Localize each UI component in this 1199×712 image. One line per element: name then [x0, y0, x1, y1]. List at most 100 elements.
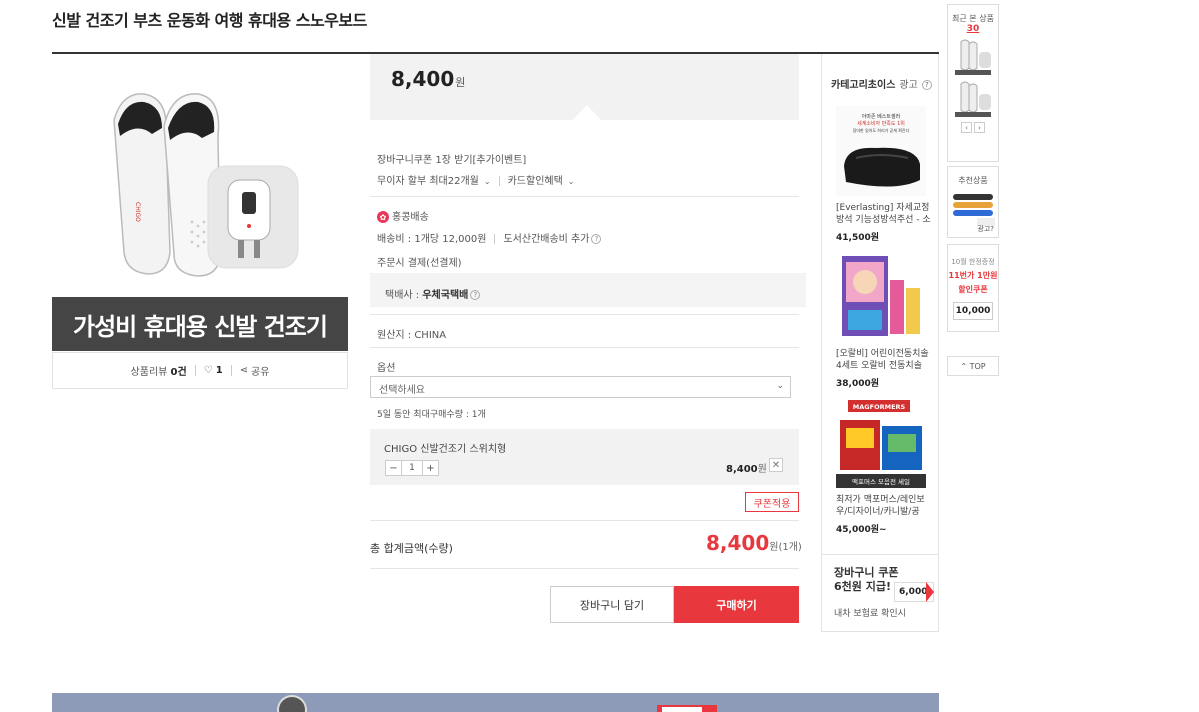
close-icon: ✕ — [771, 459, 781, 471]
help-icon[interactable]: ? — [921, 80, 932, 90]
ad-item-image[interactable]: MAGFORMERS 맥포머스 모음전 세일 — [836, 400, 926, 490]
ad-item-text[interactable]: [오랄비] 어린이전동치솔 4세트 오랄비 전동치솔 — [836, 348, 932, 372]
shipping-origin: ✿ 홍콩배송 — [377, 208, 429, 223]
bottom-banner[interactable] — [52, 693, 939, 712]
chevron-down-icon: ⌄ — [567, 177, 575, 186]
cart-coupon-ad[interactable]: 장바구니 쿠폰 6천원 지급! — [834, 566, 899, 594]
shipping-fee-row: 배송비 : 1개당 12,000원 도서산간배송비 추가? — [377, 230, 602, 245]
ad-item-image[interactable] — [836, 252, 926, 340]
side-promo-ad[interactable]: 10월 한정증정 11번가 1만원 할인쿠폰 10,000 — [947, 244, 999, 332]
chevron-down-icon: ⌄ — [776, 381, 784, 391]
promo-banner: 가성비 휴대용 신발 건조기 — [52, 297, 348, 351]
top-label: TOP — [969, 361, 986, 371]
recent-count[interactable]: 30 — [948, 24, 998, 34]
cart-coupon-link[interactable]: 장바구니쿠폰 1장 받기[추가이벤트] — [377, 151, 526, 166]
recent-item-thumb[interactable] — [951, 38, 995, 76]
chevron-down-icon: ⌄ — [483, 177, 491, 186]
switch-inset-image — [207, 165, 299, 269]
ad-item-text[interactable]: 최저가 맥포머스/레인보우/디자이너/카니발/공 — [836, 494, 932, 518]
product-image[interactable]: CHIGO — [52, 62, 348, 292]
price-notch — [573, 105, 601, 120]
divider — [370, 314, 799, 315]
total-unit: 원(1개) — [769, 542, 802, 553]
banner-tag-inner — [662, 707, 702, 712]
quantity-input[interactable]: 1 — [401, 461, 423, 475]
carrier-label: 택배사 : — [385, 290, 420, 301]
divider — [370, 347, 799, 348]
apply-coupon-button[interactable]: 쿠폰적용 — [745, 492, 799, 512]
promo-small-text: 10월 한정증정 — [951, 258, 995, 266]
price-display: 8,400원 — [391, 67, 465, 91]
installment-text: 무이자 할부 최대22개월 — [377, 176, 479, 187]
option-select-value: 선택하세요 — [379, 385, 425, 396]
ad-item-price: 45,000원~ — [836, 525, 887, 535]
product-title: 신발 건조기 부츠 운동화 여행 휴대용 스노우보드 — [52, 11, 367, 30]
ad-image-caption-line: 장아한 있어도 허리가 곧게 펴진다 — [853, 127, 910, 133]
ad-label: 광고 — [899, 80, 918, 91]
option-price-amount: 8,400 — [726, 464, 758, 475]
review-count: 0건 — [170, 367, 187, 378]
coupon-amount-tag: 6,000 — [894, 582, 934, 602]
ad-header-title: 카테고리초이스 — [831, 80, 896, 91]
quantity-decrease-button[interactable]: − — [386, 461, 401, 475]
scroll-top-button[interactable]: ⌃ TOP — [947, 356, 999, 376]
option-select[interactable]: 선택하세요 ⌄ — [370, 376, 791, 398]
quantity-increase-button[interactable]: + — [423, 461, 438, 475]
promo-line1: 11번가 1만원 — [948, 271, 998, 280]
ad-image-caption-line: 세계소비자 만족도 1위 — [857, 120, 905, 127]
price-unit: 원 — [455, 76, 466, 89]
buy-now-button[interactable]: 구매하기 — [674, 586, 799, 623]
option-price-unit: 원 — [757, 464, 767, 475]
installment-dropdown[interactable]: 무이자 할부 최대22개월 ⌄ — [377, 176, 491, 187]
chevron-up-icon: ⌃ — [960, 361, 968, 371]
svg-text:CHIGO: CHIGO — [134, 202, 141, 222]
divider — [370, 568, 799, 569]
recommend-box: 추천상품 광고? — [947, 166, 999, 238]
add-to-cart-button[interactable]: 장바구니 담기 — [550, 586, 674, 623]
help-icon[interactable]: ? — [470, 290, 481, 300]
heart-icon: ♡ — [203, 365, 213, 376]
promo-amount-tag: 10,000 — [953, 302, 993, 320]
divider — [370, 196, 799, 197]
help-icon[interactable]: ? — [591, 234, 602, 244]
ad-item-price: 38,000원 — [836, 379, 880, 389]
divider — [194, 365, 196, 376]
ad-item-text[interactable]: [Everlasting] 자세교정방석 기능성방석주선 - 소 — [836, 202, 932, 226]
ad-image-caption-line: 아마존 베스트셀러 — [862, 113, 900, 120]
total-amount: 8,400 — [706, 531, 770, 555]
selected-option-name: CHIGO 신발건조기 스위치형 — [384, 444, 507, 455]
divider — [370, 520, 799, 521]
divider — [230, 365, 232, 376]
product-meta-bar: 상품리뷰 0건 ♡ 1 ⋖ 공유 — [52, 352, 348, 389]
prev-page-button[interactable]: ‹ — [961, 122, 972, 133]
total-label: 총 합계금액(수량) — [370, 542, 453, 555]
ad-item-price: 41,500원 — [836, 233, 880, 243]
origin-country: 원산지 : CHINA — [377, 330, 447, 341]
banner-image — [277, 695, 307, 712]
card-discount-dropdown[interactable]: 카드할인혜택 ⌄ — [508, 176, 575, 187]
recommend-ad-label[interactable]: 광고? — [977, 224, 994, 234]
purchase-limit: 5일 동안 최대구매수량 : 1개 — [377, 410, 486, 420]
benefit-row: 무이자 할부 최대22개월 ⌄ 카드할인혜택 ⌄ — [377, 172, 575, 187]
origin-badge: 홍콩배송 — [392, 212, 429, 223]
remove-option-button[interactable]: ✕ — [769, 458, 783, 472]
like-count: 1 — [215, 365, 223, 376]
share-button[interactable]: ⋖ 공유 — [240, 363, 270, 378]
selected-option-row: CHIGO 신발건조기 스위치형 − 1 + 8,400원 ✕ — [370, 429, 799, 485]
recommend-item-thumb[interactable] — [951, 190, 995, 226]
recent-item-thumb[interactable] — [951, 80, 995, 118]
carrier-name: 우체국택배 — [422, 290, 469, 301]
review-link[interactable]: 상품리뷰 0건 — [131, 363, 187, 378]
shipping-fee: 배송비 : 1개당 12,000원 — [377, 234, 487, 245]
carrier-box: 택배사 : 우체국택배? — [370, 273, 806, 307]
next-page-button[interactable]: › — [974, 122, 985, 133]
share-label: 공유 — [251, 367, 270, 378]
ad-item-image[interactable]: 아마존 베스트셀러 세계소비자 만족도 1위 장아한 있어도 허리가 곧게 펴진… — [836, 106, 926, 196]
hongkong-flag-icon: ✿ — [377, 211, 389, 223]
cart-coupon-line1: 장바구니 쿠폰 — [834, 566, 899, 579]
ad-image-caption: 맥포머스 모음전 세일 — [852, 477, 910, 486]
brand-logo-text: MAGFORMERS — [853, 403, 906, 411]
divider — [494, 234, 496, 244]
carrier-row: 택배사 : 우체국택배? — [385, 286, 481, 301]
like-button[interactable]: ♡ 1 — [204, 365, 223, 376]
